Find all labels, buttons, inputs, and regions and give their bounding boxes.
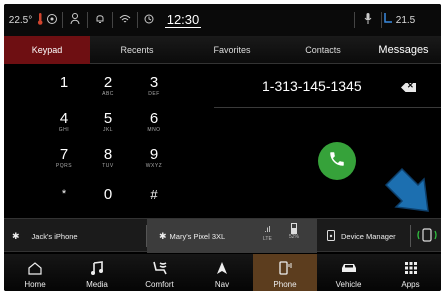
- status-bar: 22.5° 12:30 21.5: [4, 4, 441, 36]
- signal-strength: .ıl LTE: [263, 225, 272, 242]
- clock-icon-wrap: [138, 4, 160, 36]
- device-jacks-iphone[interactable]: ✱ Jack's iPhone: [4, 219, 147, 253]
- tab-favorites[interactable]: Favorites: [184, 36, 280, 64]
- car-icon: [340, 258, 358, 278]
- bottom-nav: Home Media Comfort Nav Phone Vehicle App…: [4, 254, 441, 291]
- device-manager-button[interactable]: Device Manager: [319, 219, 411, 253]
- battery-icon: [291, 223, 297, 234]
- nav-home[interactable]: Home: [4, 254, 66, 291]
- key-3[interactable]: 3 DEF: [132, 74, 176, 108]
- nav-apps[interactable]: Apps: [380, 254, 441, 291]
- device-marys-pixel[interactable]: ✱ Mary's Pixel 3XL .ıl LTE 52%: [147, 219, 317, 253]
- tab-recents[interactable]: Recents: [90, 36, 184, 64]
- key-5[interactable]: 5 JKL: [86, 110, 130, 144]
- key-7[interactable]: 7 PQRS: [42, 146, 86, 180]
- navigation-arrow-icon: [215, 258, 229, 278]
- phone-vibrate-icon: [416, 228, 438, 244]
- key-2[interactable]: 2 ABC: [86, 74, 130, 108]
- tab-messages[interactable]: Messages: [366, 36, 441, 64]
- key-9[interactable]: 9 WXYZ: [132, 146, 176, 180]
- phone-vibrate-button[interactable]: [412, 219, 441, 253]
- music-note-icon: [90, 258, 104, 278]
- fan-icon: [47, 13, 58, 27]
- seat-heat-icon: [383, 13, 393, 27]
- notifications-button[interactable]: [88, 4, 112, 36]
- callout-arrow-icon: [382, 167, 438, 224]
- key-0[interactable]: 0: [86, 186, 130, 220]
- voice-command-button[interactable]: [355, 4, 381, 36]
- tab-keypad[interactable]: Keypad: [4, 35, 90, 64]
- key-star[interactable]: *: [42, 186, 86, 220]
- nav-comfort[interactable]: Comfort: [128, 254, 191, 291]
- tab-contacts[interactable]: Contacts: [280, 36, 366, 64]
- bluetooth-icon: ✱: [159, 230, 167, 241]
- nav-media[interactable]: Media: [66, 254, 128, 291]
- backspace-icon[interactable]: ✕: [401, 83, 416, 92]
- uconnect-screen: 22.5° 12:30 21.5 Keypad Recents Favorite…: [4, 4, 441, 291]
- nav-nav[interactable]: Nav: [191, 254, 253, 291]
- driver-profile-button[interactable]: [63, 4, 87, 36]
- key-8[interactable]: 8 TUV: [86, 146, 130, 180]
- nav-phone[interactable]: Phone: [253, 254, 317, 291]
- outside-temp: 22.5°: [8, 14, 33, 26]
- nav-vehicle[interactable]: Vehicle: [317, 254, 380, 291]
- device-bar: ✱ Jack's iPhone ✱ Mary's Pixel 3XL .ıl L…: [4, 218, 441, 253]
- phone-icon: [278, 258, 292, 278]
- bell-icon: [95, 13, 105, 27]
- phone-tabs: Keypad Recents Favorites Contacts Messag…: [4, 35, 441, 64]
- call-button[interactable]: [318, 142, 356, 180]
- clock-icon: [144, 14, 154, 27]
- home-icon: [28, 258, 42, 278]
- phone-handset-icon: [328, 150, 346, 173]
- key-4[interactable]: 4 GHI: [42, 110, 86, 144]
- clock: 12:30: [164, 12, 202, 28]
- signal-bars-icon: .ıl: [264, 225, 271, 234]
- device-manager-icon: [327, 229, 335, 243]
- key-6[interactable]: 6 MNO: [132, 110, 176, 144]
- apps-grid-icon: [404, 258, 417, 278]
- key-hash[interactable]: #: [132, 186, 176, 220]
- bluetooth-icon: ✱: [12, 230, 20, 241]
- microphone-icon: [364, 13, 372, 27]
- seat-comfort-icon: [151, 258, 169, 278]
- person-icon: [70, 13, 80, 27]
- number-display: 1-313-145-1345 ✕: [214, 66, 441, 108]
- interior-temp: 21.5: [395, 14, 416, 26]
- battery-level: 52%: [289, 223, 299, 240]
- wifi-icon: [119, 14, 131, 27]
- outside-temp-group[interactable]: 22.5°: [4, 4, 62, 36]
- wifi-button[interactable]: [113, 4, 137, 36]
- key-1[interactable]: 1: [42, 74, 86, 108]
- thermometer-icon: [35, 12, 45, 28]
- interior-temp-group[interactable]: 21.5: [382, 4, 416, 36]
- dialed-number: 1-313-145-1345: [262, 78, 362, 94]
